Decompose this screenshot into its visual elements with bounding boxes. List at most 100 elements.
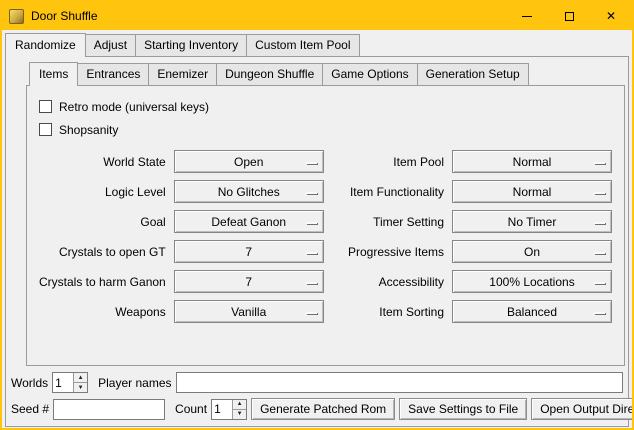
dropdown-value: No Timer <box>508 215 557 229</box>
tab-dungeon-shuffle[interactable]: Dungeon Shuffle <box>216 63 323 85</box>
settings-grid: World State Open Item Pool Normal Logic … <box>39 150 614 323</box>
dropdown-indicator-icon <box>306 192 317 194</box>
save-settings-button[interactable]: Save Settings to File <box>399 398 527 420</box>
dropdown-value: Balanced <box>507 305 557 319</box>
progressive-items-dropdown[interactable]: On <box>452 240 612 263</box>
items-pane: Retro mode (universal keys) Shopsanity W… <box>26 85 625 366</box>
window: Door Shuffle ✕ Randomize Adjust Starting… <box>0 0 634 430</box>
worlds-spinbox[interactable]: ▲ ▼ <box>52 372 88 393</box>
item-sorting-dropdown[interactable]: Balanced <box>452 300 612 323</box>
world-state-dropdown[interactable]: Open <box>174 150 324 173</box>
close-button[interactable]: ✕ <box>590 2 632 30</box>
accessibility-label: Accessibility <box>332 275 444 289</box>
dropdown-value: Normal <box>513 155 552 169</box>
weapons-label: Weapons <box>39 305 166 319</box>
spin-down-icon[interactable]: ▼ <box>74 383 87 392</box>
logic-level-label: Logic Level <box>39 185 166 199</box>
tab-items[interactable]: Items <box>29 62 78 86</box>
window-title: Door Shuffle <box>31 9 98 23</box>
shopsanity-checkbox[interactable] <box>39 123 52 136</box>
worlds-label: Worlds <box>11 376 48 390</box>
goal-dropdown[interactable]: Defeat Ganon <box>174 210 324 233</box>
dropdown-indicator-icon <box>306 252 317 254</box>
dropdown-indicator-icon <box>306 162 317 164</box>
dropdown-value: No Glitches <box>218 185 280 199</box>
retro-mode-checkbox[interactable] <box>39 100 52 113</box>
crystals-harm-ganon-dropdown[interactable]: 7 <box>174 270 324 293</box>
dropdown-indicator-icon <box>594 252 605 254</box>
maximize-icon <box>565 12 574 21</box>
minimize-icon <box>522 16 532 17</box>
dropdown-indicator-icon <box>594 162 605 164</box>
window-controls: ✕ <box>506 2 632 30</box>
tab-starting-inventory[interactable]: Starting Inventory <box>135 34 247 56</box>
world-state-label: World State <box>39 155 166 169</box>
goal-label: Goal <box>39 215 166 229</box>
count-label: Count <box>175 402 207 416</box>
minimize-button[interactable] <box>506 2 548 30</box>
tab-custom-item-pool[interactable]: Custom Item Pool <box>246 34 359 56</box>
tab-generation-setup[interactable]: Generation Setup <box>417 63 529 85</box>
dropdown-value: On <box>524 245 540 259</box>
tab-game-options[interactable]: Game Options <box>322 63 417 85</box>
tab-entrances[interactable]: Entrances <box>77 63 149 85</box>
spin-up-icon[interactable]: ▲ <box>233 400 246 410</box>
shopsanity-label[interactable]: Shopsanity <box>59 123 118 137</box>
dropdown-value: Open <box>234 155 263 169</box>
seed-row: Seed # Count ▲ ▼ Generate Patched Rom Sa… <box>11 398 623 420</box>
dropdown-indicator-icon <box>306 312 317 314</box>
tab-adjust[interactable]: Adjust <box>85 34 136 56</box>
timer-setting-dropdown[interactable]: No Timer <box>452 210 612 233</box>
inner-notebook: Items Entrances Enemizer Dungeon Shuffle… <box>26 62 625 366</box>
item-pool-dropdown[interactable]: Normal <box>452 150 612 173</box>
app-icon <box>9 9 24 24</box>
tab-randomize[interactable]: Randomize <box>5 33 86 57</box>
spin-down-icon[interactable]: ▼ <box>233 410 246 419</box>
worlds-input[interactable] <box>53 373 73 392</box>
spin-up-icon[interactable]: ▲ <box>74 373 87 383</box>
shopsanity-row: Shopsanity <box>39 118 614 141</box>
titlebar: Door Shuffle ✕ <box>2 2 632 30</box>
maximize-button[interactable] <box>548 2 590 30</box>
seed-input[interactable] <box>53 399 165 420</box>
item-functionality-dropdown[interactable]: Normal <box>452 180 612 203</box>
item-pool-label: Item Pool <box>332 155 444 169</box>
randomize-pane: Items Entrances Enemizer Dungeon Shuffle… <box>5 56 629 427</box>
worlds-row: Worlds ▲ ▼ Player names <box>11 372 623 393</box>
item-functionality-label: Item Functionality <box>332 185 444 199</box>
dropdown-value: Vanilla <box>231 305 266 319</box>
generate-patched-rom-button[interactable]: Generate Patched Rom <box>251 398 395 420</box>
worlds-spin-buttons: ▲ ▼ <box>73 373 87 392</box>
crystals-harm-ganon-label: Crystals to harm Ganon <box>39 275 166 289</box>
progressive-items-label: Progressive Items <box>332 245 444 259</box>
dropdown-value: Defeat Ganon <box>211 215 286 229</box>
count-spinbox[interactable]: ▲ ▼ <box>211 399 247 420</box>
bottom-bar: Worlds ▲ ▼ Player names Seed # Count <box>11 372 623 420</box>
player-names-label: Player names <box>98 376 171 390</box>
retro-mode-label[interactable]: Retro mode (universal keys) <box>59 100 209 114</box>
dropdown-indicator-icon <box>594 312 605 314</box>
dropdown-value: 100% Locations <box>489 275 574 289</box>
dropdown-indicator-icon <box>594 222 605 224</box>
dropdown-value: 7 <box>245 275 252 289</box>
open-output-directory-button[interactable]: Open Output Directory <box>531 398 634 420</box>
seed-label: Seed # <box>11 402 49 416</box>
accessibility-dropdown[interactable]: 100% Locations <box>452 270 612 293</box>
retro-mode-row: Retro mode (universal keys) <box>39 95 614 118</box>
player-names-input[interactable] <box>176 372 624 393</box>
count-input[interactable] <box>212 400 232 419</box>
dropdown-value: Normal <box>513 185 552 199</box>
outer-tab-bar: Randomize Adjust Starting Inventory Cust… <box>2 33 632 56</box>
dropdown-indicator-icon <box>306 282 317 284</box>
dropdown-indicator-icon <box>594 282 605 284</box>
weapons-dropdown[interactable]: Vanilla <box>174 300 324 323</box>
close-icon: ✕ <box>606 10 616 22</box>
crystals-open-gt-dropdown[interactable]: 7 <box>174 240 324 263</box>
item-sorting-label: Item Sorting <box>332 305 444 319</box>
count-spin-buttons: ▲ ▼ <box>232 400 246 419</box>
inner-tab-bar: Items Entrances Enemizer Dungeon Shuffle… <box>26 62 625 85</box>
dropdown-value: 7 <box>245 245 252 259</box>
tab-enemizer[interactable]: Enemizer <box>148 63 217 85</box>
logic-level-dropdown[interactable]: No Glitches <box>174 180 324 203</box>
crystals-open-gt-label: Crystals to open GT <box>39 245 166 259</box>
